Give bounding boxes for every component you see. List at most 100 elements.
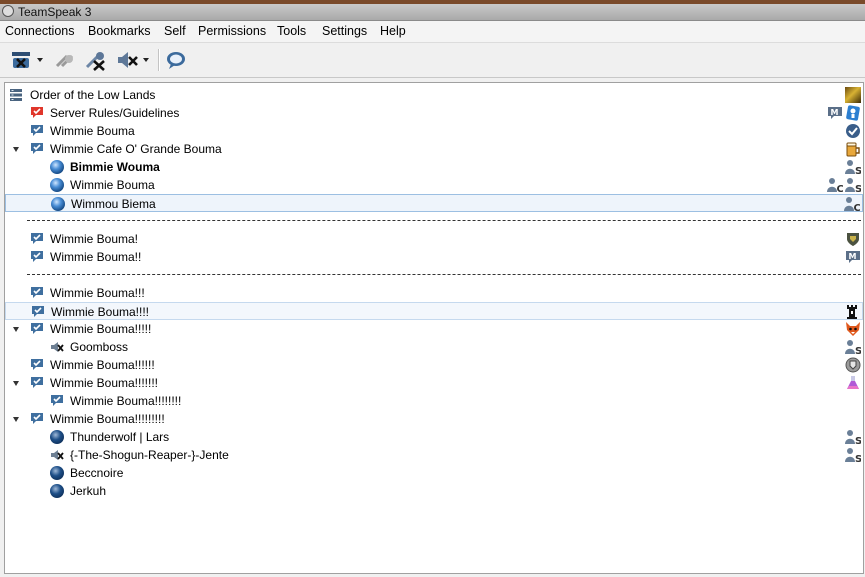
spacer-row bbox=[5, 266, 863, 284]
channel-name: Wimmie Bouma!!!!!!! bbox=[50, 376, 159, 390]
channel-alert-icon bbox=[30, 106, 44, 120]
menu-connections[interactable]: Connections bbox=[5, 24, 75, 38]
row-badges: M bbox=[827, 105, 861, 121]
shield-icon bbox=[845, 231, 861, 247]
toolbar bbox=[0, 43, 865, 78]
spacer-line bbox=[27, 274, 861, 275]
channel-name: Server Rules/Guidelines bbox=[50, 106, 180, 120]
away-button[interactable] bbox=[84, 47, 108, 73]
menu-self[interactable]: Self bbox=[164, 24, 186, 38]
client-row[interactable]: Bimmie Wouma S bbox=[5, 158, 863, 177]
client-row[interactable]: Beccnoire bbox=[5, 464, 863, 482]
client-row[interactable]: {-The-Shogun-Reaper-}-Jente S bbox=[5, 446, 863, 465]
fox-icon bbox=[845, 321, 861, 337]
channel-tree[interactable]: Order of the Low Lands Server Rules/Guid… bbox=[4, 82, 864, 574]
expand-arrow-icon[interactable] bbox=[13, 417, 19, 422]
svg-text:S: S bbox=[855, 184, 861, 193]
info-icon bbox=[845, 105, 861, 121]
chat-button[interactable] bbox=[164, 47, 188, 73]
menu-bookmarks[interactable]: Bookmarks bbox=[88, 24, 151, 38]
channel-icon bbox=[30, 124, 44, 138]
server-icon bbox=[10, 89, 22, 101]
channel-row[interactable]: Wimmie Bouma!!!! bbox=[5, 302, 863, 320]
menu-permissions[interactable]: Permissions bbox=[198, 24, 266, 38]
svg-text:C: C bbox=[854, 203, 861, 212]
channel-row[interactable]: Wimmie Bouma bbox=[5, 122, 863, 140]
channel-icon bbox=[30, 250, 44, 264]
svg-text:S: S bbox=[855, 346, 861, 355]
expand-arrow-icon[interactable] bbox=[13, 147, 19, 152]
client-name: Wimmou Biema bbox=[71, 197, 156, 211]
client-row[interactable]: Jerkuh bbox=[5, 482, 863, 500]
client-name: Wimmie Bouma bbox=[70, 178, 155, 192]
channel-icon bbox=[30, 232, 44, 246]
client-status-icon bbox=[50, 430, 64, 444]
channel-icon bbox=[50, 394, 64, 408]
menu-settings[interactable]: Settings bbox=[322, 24, 367, 38]
svg-text:M: M bbox=[831, 108, 839, 117]
channel-icon bbox=[30, 376, 44, 390]
row-badges: S bbox=[845, 447, 862, 465]
connect-button[interactable] bbox=[10, 47, 43, 73]
reconnect-button[interactable] bbox=[54, 47, 76, 73]
channel-row[interactable]: Wimmie Cafe O' Grande Bouma bbox=[5, 140, 863, 158]
channel-name: Wimmie Bouma!!! bbox=[50, 286, 145, 300]
row-badges bbox=[845, 231, 861, 247]
client-status-icon bbox=[50, 178, 64, 192]
client-status-icon bbox=[50, 466, 64, 480]
row-badges bbox=[845, 141, 861, 157]
client-status-icon bbox=[50, 160, 64, 174]
window-title: TeamSpeak 3 bbox=[18, 5, 92, 19]
expand-arrow-icon[interactable] bbox=[13, 327, 19, 332]
channel-name: Wimmie Bouma bbox=[50, 124, 135, 138]
row-badges bbox=[845, 375, 861, 391]
client-name: Beccnoire bbox=[70, 466, 124, 480]
expand-arrow-icon[interactable] bbox=[13, 381, 19, 386]
mute-speakers-button[interactable] bbox=[116, 47, 149, 73]
channel-group-icon: C bbox=[844, 196, 861, 214]
channel-row[interactable]: Wimmie Bouma! bbox=[5, 230, 863, 248]
mute-dropdown-caret[interactable] bbox=[143, 58, 149, 62]
row-badges: S bbox=[845, 339, 862, 357]
channel-row[interactable]: Wimmie Bouma!!!!!! bbox=[5, 356, 863, 374]
server-row-icons bbox=[845, 87, 861, 103]
channel-row[interactable]: Wimmie Bouma!! M bbox=[5, 248, 863, 266]
muted-icon bbox=[50, 340, 64, 354]
row-badges: S bbox=[845, 159, 862, 177]
check-icon bbox=[845, 123, 861, 139]
channel-row[interactable]: Wimmie Bouma!!!!! bbox=[5, 320, 863, 338]
channel-name: Wimmie Bouma!!!! bbox=[51, 305, 150, 319]
channel-row[interactable]: Wimmie Bouma!!! bbox=[5, 284, 863, 302]
moderated-icon: M bbox=[845, 249, 861, 265]
server-group-icon: S bbox=[845, 447, 862, 465]
channel-name: Wimmie Bouma!!!!!!!!! bbox=[50, 412, 165, 426]
spacer-row bbox=[5, 212, 863, 230]
client-row[interactable]: Wimmou Biema C bbox=[5, 194, 863, 214]
menu-tools[interactable]: Tools bbox=[277, 24, 306, 38]
server-name: Order of the Low Lands bbox=[30, 88, 156, 102]
channel-commander-icon: C bbox=[827, 177, 844, 195]
row-badges bbox=[844, 304, 860, 320]
channel-row[interactable]: Wimmie Bouma!!!!!!!!! bbox=[5, 410, 863, 428]
server-group-icon: S bbox=[845, 159, 862, 177]
menu-help[interactable]: Help bbox=[380, 24, 406, 38]
server-row[interactable]: Order of the Low Lands bbox=[5, 86, 863, 104]
toolbar-separator bbox=[158, 49, 160, 71]
channel-icon bbox=[30, 358, 44, 372]
svg-text:S: S bbox=[855, 454, 861, 463]
client-row[interactable]: Thunderwolf | Lars S bbox=[5, 428, 863, 447]
channel-row[interactable]: Server Rules/Guidelines M bbox=[5, 104, 863, 122]
svg-text:M: M bbox=[849, 252, 857, 261]
client-row[interactable]: Goomboss S bbox=[5, 338, 863, 357]
moderated-icon: M bbox=[827, 105, 843, 121]
svg-text:C: C bbox=[837, 184, 844, 193]
client-name: Thunderwolf | Lars bbox=[70, 430, 170, 444]
channel-name: Wimmie Bouma!!!!!!!! bbox=[70, 394, 182, 408]
row-badges: S bbox=[845, 429, 862, 447]
row-badges bbox=[845, 123, 861, 139]
client-row[interactable]: Wimmie Bouma C S bbox=[5, 176, 863, 195]
client-name: {-The-Shogun-Reaper-}-Jente bbox=[70, 448, 229, 462]
connect-dropdown-caret[interactable] bbox=[37, 58, 43, 62]
channel-row[interactable]: Wimmie Bouma!!!!!!! bbox=[5, 374, 863, 392]
channel-row[interactable]: Wimmie Bouma!!!!!!!! bbox=[5, 392, 863, 410]
